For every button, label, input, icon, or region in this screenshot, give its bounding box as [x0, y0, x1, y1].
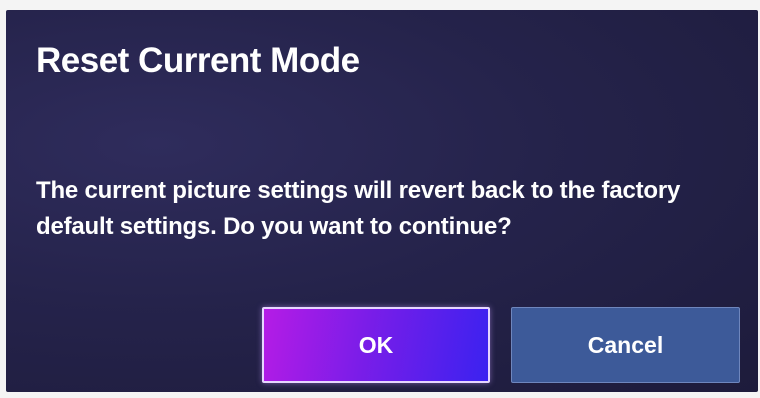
ok-button[interactable]: OK	[262, 307, 490, 383]
dialog-message: The current picture settings will revert…	[36, 177, 681, 240]
reset-mode-dialog: Reset Current Mode The current picture s…	[6, 10, 758, 392]
tv-screen: Reset Current Mode The current picture s…	[0, 0, 760, 398]
dialog-title: Reset Current Mode	[36, 41, 360, 80]
cancel-button[interactable]: Cancel	[511, 307, 740, 383]
ok-button-label: OK	[358, 331, 394, 358]
cancel-button-label: Cancel	[587, 331, 664, 358]
